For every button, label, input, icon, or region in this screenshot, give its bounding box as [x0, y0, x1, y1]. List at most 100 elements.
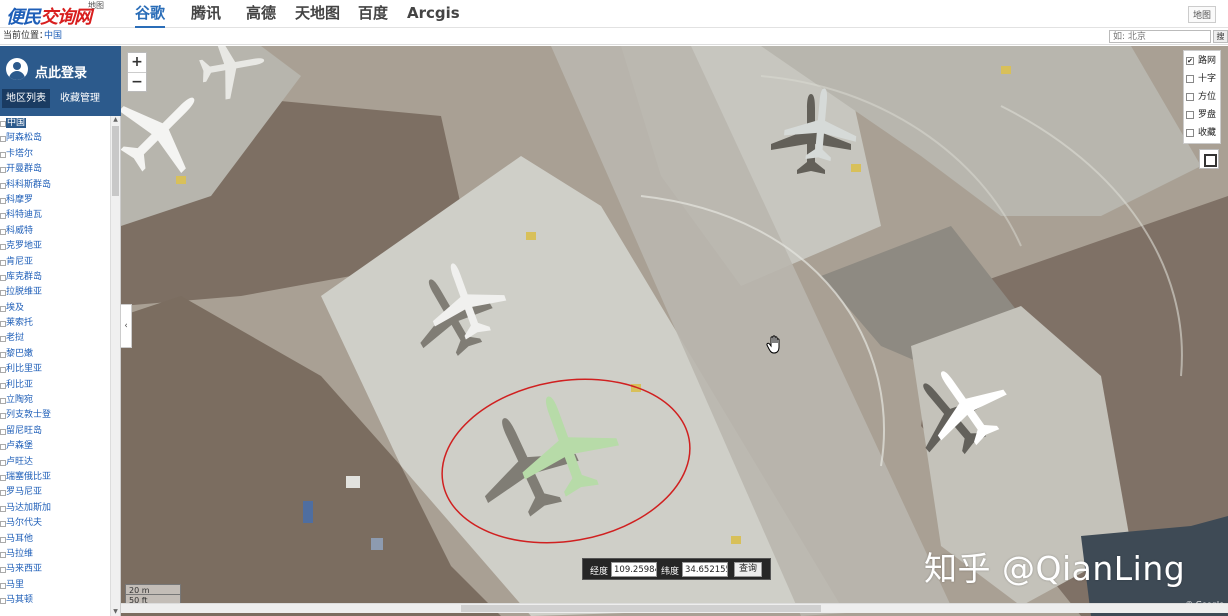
- list-item[interactable]: 留尼旺岛: [0, 424, 110, 439]
- latitude-input[interactable]: 34.6521556: [682, 562, 728, 577]
- tab-baidu[interactable]: 百度: [358, 4, 388, 28]
- checkbox-icon[interactable]: [1186, 75, 1194, 83]
- list-item[interactable]: 卢旺达: [0, 455, 110, 470]
- collapse-sidebar-button[interactable]: ‹: [121, 304, 132, 348]
- checkbox-icon[interactable]: [1186, 129, 1194, 137]
- tab-google[interactable]: 谷歌: [135, 4, 166, 28]
- list-item[interactable]: 科科斯群岛: [0, 178, 110, 193]
- list-item[interactable]: 卢森堡: [0, 439, 110, 454]
- list-item[interactable]: 科摩罗: [0, 193, 110, 208]
- layer-label: 十字: [1198, 74, 1217, 84]
- scroll-thumb[interactable]: [112, 126, 119, 196]
- tab-arcgis[interactable]: Arcgis: [407, 4, 460, 28]
- list-item[interactable]: 老挝: [0, 331, 110, 346]
- map-type-button[interactable]: 地图: [1187, 6, 1216, 23]
- zoom-in-button[interactable]: +: [128, 53, 146, 72]
- scale-metric: 20 m: [125, 584, 181, 595]
- list-item[interactable]: 马里: [0, 578, 110, 593]
- list-item[interactable]: 埃及: [0, 301, 110, 316]
- tab-region-list[interactable]: 地区列表: [2, 89, 50, 108]
- search-input[interactable]: [1109, 30, 1211, 43]
- list-item[interactable]: 立陶宛: [0, 393, 110, 408]
- list-item[interactable]: 黎巴嫩: [0, 347, 110, 362]
- region-label: 罗马尼亚: [6, 487, 43, 498]
- list-item[interactable]: 库克群岛: [0, 270, 110, 285]
- tab-tencent[interactable]: 腾讯: [191, 4, 221, 28]
- user-avatar-icon[interactable]: [6, 58, 28, 80]
- query-button[interactable]: 查询: [734, 562, 762, 577]
- region-label: 卡塔尔: [6, 148, 34, 159]
- list-item[interactable]: 阿森松岛: [0, 131, 110, 146]
- list-item[interactable]: 科特迪瓦: [0, 208, 110, 223]
- region-list: 中国阿森松岛卡塔尔开曼群岛科科斯群岛科摩罗 科特迪瓦 科威特 克罗地亚肯尼亚库克群岛拉…: [0, 116, 110, 616]
- list-item[interactable]: 罗马尼亚: [0, 485, 110, 500]
- list-item[interactable]: 马拉维: [0, 547, 110, 562]
- layer-toggle[interactable]: 方位: [1186, 88, 1218, 106]
- list-item[interactable]: 利比亚: [0, 378, 110, 393]
- top-bar: 便民交询网 地图 谷歌 腾讯 高德 天地图 百度 Arcgis 地图: [0, 0, 1228, 28]
- sidebar-header: 点此登录 地区列表 收藏管理: [0, 46, 121, 116]
- region-label: 瑞塞俄比亚: [6, 471, 52, 482]
- scroll-down-icon[interactable]: ▼: [112, 608, 119, 616]
- coordinate-bar: 经度 109.25984 纬度 34.6521556 查询: [582, 558, 771, 580]
- tab-gaode[interactable]: 高德: [246, 4, 276, 28]
- list-item[interactable]: 开曼群岛: [0, 162, 110, 177]
- horizontal-scroll-thumb[interactable]: [461, 605, 821, 612]
- list-item[interactable]: 莱索托: [0, 316, 110, 331]
- scroll-up-icon[interactable]: ▲: [112, 116, 119, 124]
- horizontal-scrollbar[interactable]: [121, 603, 1228, 613]
- list-item[interactable]: 中国: [0, 116, 110, 131]
- layer-toggle[interactable]: 罗盘: [1186, 106, 1218, 124]
- checkbox-icon[interactable]: [1186, 111, 1194, 119]
- layer-toggle[interactable]: 十字: [1186, 70, 1218, 88]
- location-bar: 当前位置： 中国 搜: [0, 28, 1228, 45]
- latitude-label: 纬度: [661, 567, 680, 577]
- satellite-imagery: [121, 46, 1228, 616]
- longitude-input[interactable]: 109.25984: [611, 562, 657, 577]
- list-item[interactable]: 马耳他: [0, 532, 110, 547]
- region-label: 马拉维: [6, 548, 34, 559]
- list-item[interactable]: 肯尼亚: [0, 255, 110, 270]
- list-item[interactable]: 卡塔尔: [0, 147, 110, 162]
- list-item[interactable]: 马其顿: [0, 593, 110, 608]
- region-label: 马达加斯加: [6, 502, 52, 513]
- layer-label: 方位: [1198, 92, 1217, 102]
- list-item[interactable]: 拉脱维亚: [0, 285, 110, 300]
- longitude-label: 经度: [590, 567, 609, 577]
- region-label: 马其顿: [6, 595, 34, 606]
- region-label: 马里: [6, 579, 25, 590]
- checkbox-icon[interactable]: ✔: [1186, 57, 1194, 65]
- list-item[interactable]: 克罗地亚: [0, 239, 110, 254]
- checkbox-icon[interactable]: [1186, 93, 1194, 101]
- site-logo[interactable]: 便民交询网 地图: [6, 1, 112, 28]
- list-item[interactable]: 瑞塞俄比亚: [0, 470, 110, 485]
- tab-favorites[interactable]: 收藏管理: [56, 89, 104, 108]
- region-label: 莱索托: [6, 318, 34, 329]
- region-label: 黎巴嫩: [6, 348, 34, 359]
- satellite-map[interactable]: ‹ + − ✔ 路网 十字 方位 罗盘 收藏 知乎 @QianLing 经度 109.25…: [121, 46, 1228, 616]
- list-item[interactable]: 利比里亚: [0, 362, 110, 377]
- login-link[interactable]: 点此登录: [35, 62, 87, 81]
- region-label: 科科斯群岛: [6, 179, 52, 190]
- list-item[interactable]: 科威特: [0, 224, 110, 239]
- list-item[interactable]: 马尔代夫: [0, 516, 110, 531]
- logo-text: 便民交询网: [6, 7, 92, 28]
- tab-tianditu[interactable]: 天地图: [295, 4, 340, 28]
- region-label: 肯尼亚: [6, 256, 34, 267]
- zoom-out-button[interactable]: −: [128, 72, 146, 91]
- region-label: 卢旺达: [6, 456, 34, 467]
- layer-toggle[interactable]: 收藏: [1186, 124, 1218, 142]
- list-item[interactable]: 马来西亚: [0, 562, 110, 577]
- location-link[interactable]: 中国: [44, 28, 62, 44]
- region-scrollbar[interactable]: ▲ ▼: [110, 116, 120, 616]
- region-label: 中国: [6, 118, 27, 128]
- logo-subtitle: 地图: [88, 1, 104, 10]
- region-label: 留尼旺岛: [6, 425, 43, 436]
- list-item[interactable]: 列支敦士登: [0, 408, 110, 423]
- layer-toggle[interactable]: ✔ 路网: [1186, 52, 1218, 70]
- list-item[interactable]: 马达加斯加: [0, 501, 110, 516]
- fullscreen-icon[interactable]: [1199, 149, 1219, 169]
- search-button[interactable]: 搜: [1213, 30, 1228, 43]
- copyright: © Google: [1185, 600, 1224, 609]
- region-label: 开曼群岛: [6, 164, 43, 175]
